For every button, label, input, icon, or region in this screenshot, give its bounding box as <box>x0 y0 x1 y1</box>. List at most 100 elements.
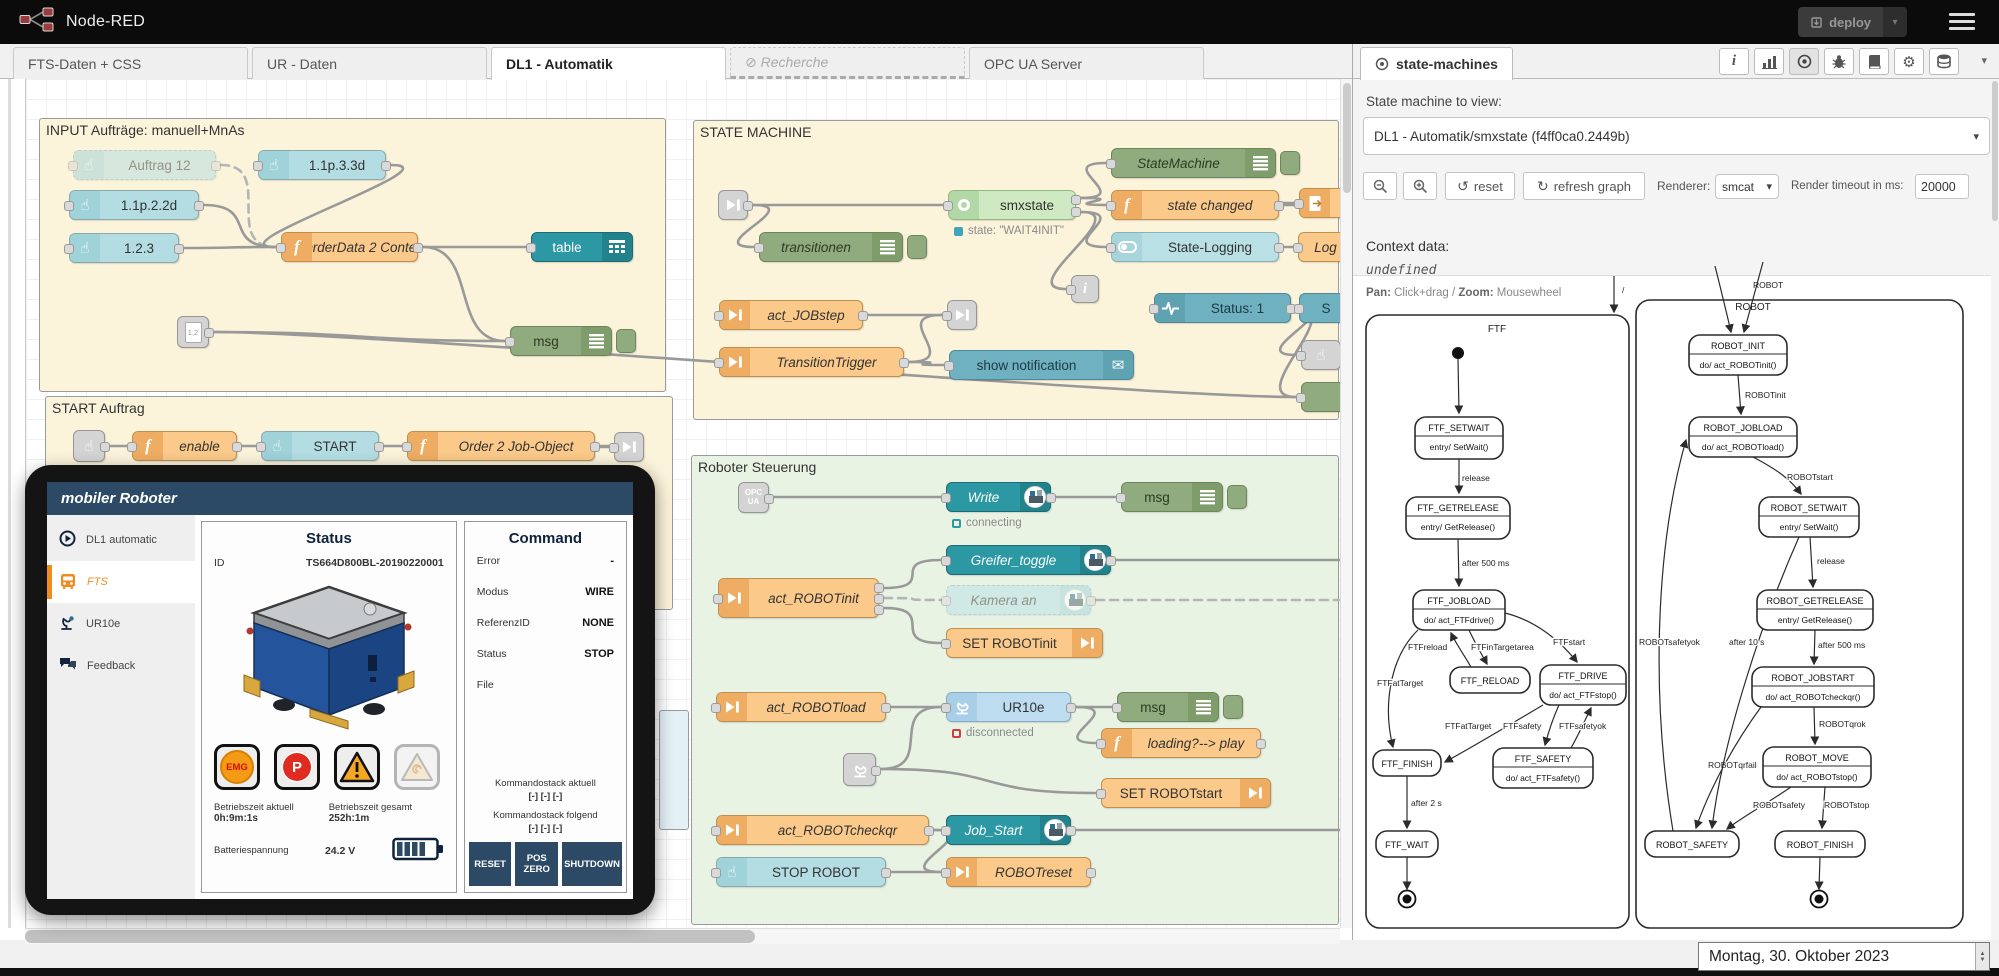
node-actcheckqr[interactable]: act_ROBOTcheckqr <box>716 815 929 845</box>
output-port[interactable] <box>413 243 423 253</box>
debug-toggle-button[interactable] <box>616 329 636 353</box>
output-port[interactable] <box>374 442 384 452</box>
node-robotgray[interactable] <box>843 753 876 786</box>
date-field[interactable]: Montag, 30. Oktober 2023 ▲▼ <box>1698 942 1990 971</box>
output-port[interactable] <box>1106 556 1116 566</box>
output-port[interactable] <box>874 594 884 604</box>
chart-icon[interactable] <box>1754 48 1784 75</box>
flow-tab-dl1-automatik[interactable]: DL1 - Automatik <box>491 47 726 80</box>
output-port[interactable] <box>1086 868 1096 878</box>
node-handcut[interactable]: ☝ <box>1301 340 1340 370</box>
input-port[interactable] <box>127 442 137 452</box>
input-port[interactable] <box>68 161 78 171</box>
zoom-out-button[interactable] <box>1363 172 1397 200</box>
book-icon[interactable] <box>1859 48 1889 75</box>
canvas-vertical-scrollbar[interactable] <box>1340 79 1352 928</box>
node-setrobotinit[interactable]: SET ROBOTinit <box>946 628 1103 658</box>
tab-state-machines[interactable]: state-machines <box>1360 47 1513 80</box>
tablet-nav-feedback[interactable]: Feedback <box>47 645 195 687</box>
output-port[interactable] <box>1066 826 1076 836</box>
flow-tab-opc-ua-server[interactable]: OPC UA Server <box>969 47 1204 79</box>
output-port[interactable] <box>1086 596 1096 606</box>
node-stoprobot[interactable]: ☝STOP ROBOT <box>716 857 886 887</box>
input-port[interactable] <box>711 868 721 878</box>
node-msgcut[interactable] <box>1301 382 1340 412</box>
node-loading[interactable]: floading?--> play <box>1101 728 1261 758</box>
deploy-button[interactable]: deploy ▾ <box>1798 7 1907 37</box>
node-setrobotstart[interactable]: SET ROBOTstart <box>1101 778 1271 808</box>
input-port[interactable] <box>711 703 721 713</box>
node-order2job[interactable]: fOrder 2 Job-Object <box>407 431 595 461</box>
input-port[interactable] <box>64 244 74 254</box>
node-file12[interactable]: 1,2 <box>177 316 209 348</box>
input-port[interactable] <box>941 596 951 606</box>
input-port[interactable] <box>402 442 412 452</box>
flow-tab-recherche[interactable]: ⊘ Recherche <box>730 47 965 79</box>
shutdown-button[interactable]: SHUTDOWN <box>562 842 622 886</box>
node-statechanged[interactable]: fstate changed <box>1111 190 1279 220</box>
input-port[interactable] <box>1294 199 1304 209</box>
input-port[interactable] <box>276 243 286 253</box>
node-injgray[interactable]: ☝ <box>73 430 105 462</box>
input-port[interactable] <box>256 442 266 452</box>
input-port[interactable] <box>943 201 953 211</box>
output-port[interactable] <box>100 442 110 452</box>
node-actrobotload[interactable]: act_ROBOTload <box>716 692 886 722</box>
input-port[interactable] <box>505 337 515 347</box>
date-spinner-icon[interactable]: ▲▼ <box>1975 943 1989 970</box>
node-linkout_sm[interactable] <box>947 300 977 330</box>
output-port[interactable] <box>1066 703 1076 713</box>
bug-icon[interactable] <box>1824 48 1854 75</box>
gear-icon[interactable]: ⚙ <box>1894 48 1924 75</box>
node-msg3[interactable]: msg <box>1117 692 1219 722</box>
input-port[interactable] <box>1106 159 1116 169</box>
output-port[interactable] <box>204 328 214 338</box>
input-port[interactable] <box>1149 304 1159 314</box>
output-port[interactable] <box>764 494 774 504</box>
input-port[interactable] <box>941 639 951 649</box>
node-shownotif[interactable]: show notification✉ <box>949 350 1134 380</box>
node-jobstart[interactable]: Job_Start <box>946 815 1071 845</box>
input-port[interactable] <box>942 311 952 321</box>
node-linkout_start[interactable] <box>614 432 644 462</box>
output-port[interactable] <box>590 442 600 452</box>
node-greifer[interactable]: Greifer_toggle <box>946 545 1111 575</box>
output-port[interactable] <box>743 201 753 211</box>
tablet-nav-fts[interactable]: FTS <box>47 561 195 603</box>
debug-toggle-button[interactable] <box>1227 485 1247 509</box>
info-icon[interactable]: i <box>1719 48 1749 75</box>
timeout-input[interactable] <box>1915 174 1969 199</box>
input-port[interactable] <box>1096 739 1106 749</box>
output-port[interactable] <box>1071 207 1081 217</box>
input-port[interactable] <box>941 868 951 878</box>
db-icon[interactable] <box>1929 48 1959 75</box>
output-port[interactable] <box>874 583 884 593</box>
input-port[interactable] <box>1066 285 1076 295</box>
output-port[interactable] <box>211 161 221 171</box>
input-port[interactable] <box>1116 493 1126 503</box>
output-port[interactable] <box>881 703 891 713</box>
input-port[interactable] <box>1296 351 1306 361</box>
input-port[interactable] <box>1106 243 1116 253</box>
node-auftrag12[interactable]: ☝Auftrag 12 <box>73 150 216 180</box>
flow-tab-fts-daten-css[interactable]: FTS-Daten + CSS <box>13 47 248 79</box>
node-smxstate[interactable]: smxstate <box>948 190 1076 220</box>
output-port[interactable] <box>194 201 204 211</box>
debug-toggle-button[interactable] <box>1280 151 1300 175</box>
input-port[interactable] <box>1293 243 1303 253</box>
input-port[interactable] <box>253 161 263 171</box>
node-actjobstep[interactable]: act_JOBstep <box>719 300 863 330</box>
input-port[interactable] <box>944 361 954 371</box>
node-logcut[interactable]: Log <box>1298 232 1340 262</box>
input-port[interactable] <box>526 243 536 253</box>
node-inj1122[interactable]: ☝1.1p.2.2d <box>69 190 199 220</box>
node-msg2[interactable]: msg <box>1121 482 1223 512</box>
node-table[interactable]: table <box>531 232 633 262</box>
node-scut[interactable]: S <box>1299 293 1340 323</box>
node-status1[interactable]: Status: 1 <box>1154 293 1291 323</box>
node-statemachine[interactable]: StateMachine <box>1111 148 1276 178</box>
input-port[interactable] <box>754 243 764 253</box>
input-port[interactable] <box>609 443 619 453</box>
node-opcuagray[interactable]: OPCUA <box>738 482 769 513</box>
input-port[interactable] <box>1096 789 1106 799</box>
